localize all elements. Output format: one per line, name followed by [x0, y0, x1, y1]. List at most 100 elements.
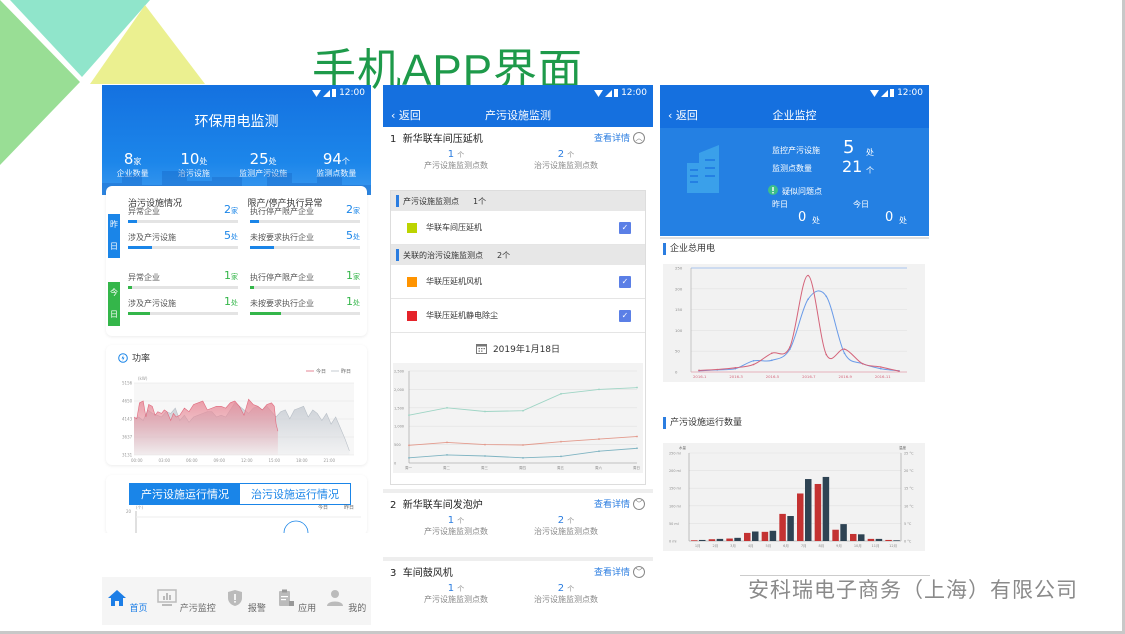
phone-home-screen: 12:00 环保用电监测 8家 企业数量 10处 治污设施 25处 监测产污设施 94…	[102, 85, 371, 625]
checkbox-checked[interactable]: ✓	[619, 221, 631, 234]
tag-today: 今日	[108, 282, 120, 326]
view-details-link[interactable]: 查看详情 ︿	[594, 130, 645, 145]
checkbox-checked[interactable]: ✓	[619, 275, 631, 288]
color-swatch	[407, 222, 417, 233]
monitor-point-item[interactable]: 华联压延机风机 ✓	[391, 265, 645, 299]
x-tick-label: 周六	[595, 465, 603, 470]
monitor-point-item[interactable]: 华联车间压延机 ✓	[391, 211, 645, 245]
metric-item[interactable]: 未按要求执行企业 5处	[250, 229, 360, 249]
bottom-tab-bar: 首页 产污监控 报警 应用 我的	[102, 577, 371, 625]
tab-home[interactable]: 首页	[107, 589, 148, 614]
tab-alarm[interactable]: 报警	[225, 589, 266, 614]
x-tick-label: 周三	[481, 465, 489, 470]
clipboard-icon	[279, 589, 295, 606]
bar-red	[867, 538, 875, 541]
metric-item[interactable]: 涉及产污设施 5处	[128, 229, 238, 249]
data-point	[484, 455, 486, 457]
data-point	[446, 454, 448, 456]
back-label: 返回	[398, 109, 421, 122]
back-button[interactable]: ‹ 返回	[668, 107, 698, 123]
metric-item[interactable]: 异常企业 1家	[128, 269, 238, 289]
count-unit: 个	[457, 585, 465, 593]
bar-dark	[893, 540, 900, 541]
x-tick-label: 5月	[766, 543, 772, 548]
y-tick-label: 2,000	[394, 388, 404, 392]
slide: 手机APP界面 安科瑞电子商务（上海）有限公司 12:00 环保用电监测 8家企…	[0, 0, 1125, 634]
progress-fill	[250, 220, 259, 223]
home-header: 12:00 环保用电监测 8家 企业数量 10处 治污设施 25处 监测产污设施 94…	[102, 85, 371, 195]
y-tick-label-right: 0 °C	[904, 540, 912, 544]
data-point	[408, 444, 410, 447]
status-bar: 12:00	[660, 85, 929, 101]
mini-unit: (个)	[136, 505, 144, 510]
view-details-link[interactable]: 查看详情 ﹀	[594, 496, 645, 511]
data-point	[880, 366, 882, 368]
x-tick-label: 10月	[854, 543, 862, 548]
metric-row: 异常企业 2家 执行停产限产企业 2家	[128, 203, 360, 223]
y-tick-label: 3131	[122, 453, 133, 458]
count-label: 产污设施监测点数	[424, 595, 488, 604]
date-picker[interactable]: 2019年1月18日	[391, 333, 645, 363]
tab-mine[interactable]: 我的	[325, 589, 366, 614]
x-tick-label: 06:00	[186, 458, 198, 463]
metric-value: 1家	[224, 269, 238, 282]
plot-background	[663, 264, 925, 382]
metric-item[interactable]: 未按要求执行企业 1处	[250, 295, 360, 315]
metric-item[interactable]: 执行停产限产企业 2家	[250, 203, 360, 223]
section-header: 产污设施监测点 1个	[391, 191, 645, 211]
x-tick-label: 3月	[730, 543, 736, 548]
view-details-link[interactable]: 查看详情 ﹀	[594, 564, 645, 579]
y-axis-label-left: 水量	[679, 445, 687, 450]
bar-dark	[822, 476, 830, 541]
metric-item[interactable]: 执行停产限产企业 1家	[250, 269, 360, 289]
data-point	[825, 353, 828, 356]
back-button[interactable]: ‹ 返回	[391, 107, 421, 123]
section-count: 2个	[497, 250, 511, 260]
count-value: 2	[557, 515, 565, 526]
metric-value: 5处	[224, 229, 238, 242]
nav-bar: ‹ 返回 产污设施监测	[383, 101, 653, 127]
metric-item[interactable]: 异常企业 2家	[128, 203, 238, 223]
battery-icon	[890, 89, 895, 97]
enterprise-power-chart[interactable]: 0501001502002502016-1 2016-3 2016-5 2016-7 2…	[663, 264, 929, 382]
today-label: 今日	[853, 200, 869, 209]
bar-red	[814, 483, 822, 541]
issue-unit: 处	[812, 216, 820, 225]
data-point	[734, 367, 737, 369]
y-tick-label: 100	[675, 328, 683, 333]
facility-bar-chart[interactable]: 水量 温度 0 ml 0 °C 50 ml 5 °C 100 ml 10 °C 150 ml 15…	[663, 443, 929, 552]
company-name: 安科瑞电子商务（上海）有限公司	[748, 578, 1078, 602]
monitor-unit: 处	[866, 148, 874, 157]
overview-card: 治污设施情况 限产/停产执行异常 昨日 今日 异常企业 2家 执行停产限产企业 …	[106, 186, 367, 336]
y-tick-label-right: 5 °C	[904, 522, 912, 526]
tab-apps[interactable]: 应用	[275, 589, 316, 614]
metric-label: 执行停产限产企业	[250, 273, 314, 282]
bar-red	[708, 539, 716, 541]
weekly-line-chart[interactable]: 0 500 1,000 1,500 2,000 2,500 周一 周二 周三 周四 周五 周六 周日	[391, 363, 645, 488]
tab-production-monitor[interactable]: 产污监控	[157, 588, 216, 614]
stat-value: 10	[180, 150, 200, 168]
power-chart[interactable]: 5156 4650 4143 3637 313100:00 03:00 06:00 09:00…	[106, 359, 367, 463]
monitor-value: 5	[843, 137, 855, 158]
status-time: 12:00	[339, 88, 365, 98]
tab-treatment-run[interactable]: 治污设施运行情况	[240, 484, 350, 504]
data-point	[698, 369, 700, 372]
y-tick-label: 2,500	[394, 370, 404, 374]
data-point	[522, 456, 524, 459]
group-index: 1	[390, 134, 397, 145]
metric-item[interactable]: 涉及产污设施 1处	[128, 295, 238, 315]
mini-legend-today: 今日	[318, 504, 328, 511]
phone-production-monitor: 12:00 ‹ 返回 产污设施监测 1 新华联车间压延机 查看详情 ︿ 1 个产污…	[383, 85, 653, 625]
tab-production-run[interactable]: 产污设施运行情况	[130, 484, 240, 504]
data-point	[861, 362, 864, 365]
checkbox-checked[interactable]: ✓	[619, 309, 631, 322]
y-tick-label-right: 10 °C	[904, 504, 914, 508]
y-tick-label-right: 25 °C	[904, 452, 914, 456]
monitor-point-item[interactable]: 华联压延机静电除尘 ✓	[391, 299, 645, 333]
bar-red	[744, 532, 751, 541]
x-tick-label: 21:00	[324, 458, 336, 463]
tab-label: 报警	[247, 603, 266, 614]
bar-red	[691, 540, 698, 541]
data-point	[636, 447, 638, 450]
stat-value: 94	[322, 150, 342, 168]
